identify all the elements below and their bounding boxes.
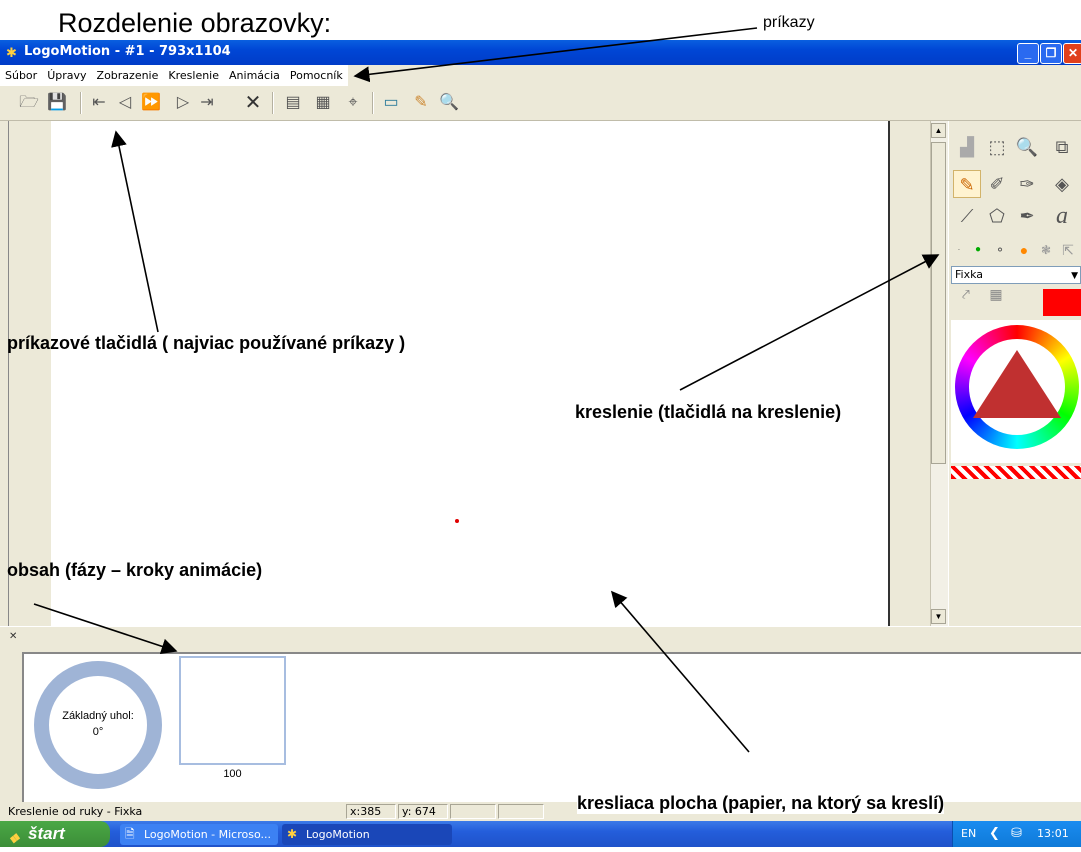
arrow-buttons	[111, 130, 159, 333]
arrow-canvas	[610, 590, 750, 753]
annotation-drawing: kreslenie (tlačidlá na kreslenie)	[575, 402, 842, 422]
arrow-content	[33, 603, 178, 655]
arrow-commands	[353, 27, 758, 83]
annotation-arrows	[33, 27, 940, 753]
annotation-canvas: kresliaca plocha (papier, na ktorý sa kr…	[577, 793, 945, 814]
annotation-content: obsah (fázy – kroky animácie)	[7, 560, 263, 580]
annotation-buttons: príkazové tlačidlá ( najviac používané p…	[7, 333, 406, 353]
arrow-drawing	[679, 254, 940, 391]
